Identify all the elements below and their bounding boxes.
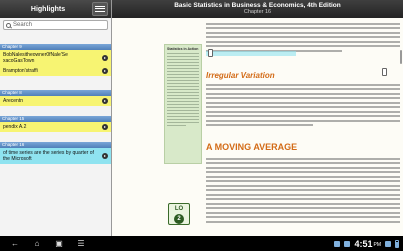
page-paragraph (206, 155, 400, 225)
highlight-text: Arecentn (3, 98, 24, 104)
list-view-icon[interactable] (92, 2, 108, 16)
page-scrollbar[interactable] (400, 50, 402, 64)
highlight-item[interactable]: BobNalesitheowner0fNale'Se xacoGasTown (0, 50, 111, 66)
note-pin-icon[interactable] (208, 49, 213, 57)
page-paragraph (206, 81, 400, 129)
lo-label: LO (174, 206, 184, 212)
highlight-text: pendix A.2 (3, 124, 27, 130)
search-placeholder: Search (13, 22, 33, 28)
book-page[interactable]: Statistics in Action Irregular Variation… (112, 18, 403, 236)
section-heading-irregular: Irregular Variation (206, 71, 275, 80)
highlight-text: of time series are the series by quarter… (3, 150, 94, 162)
wifi-icon (385, 240, 391, 247)
highlight-item[interactable]: Brampton'straffi (0, 66, 111, 76)
book-title: Basic Statistics in Business & Economics… (174, 2, 341, 9)
app-screen: Highlights Search Chapter 9 BobNalesithe… (0, 0, 403, 251)
panel-spacer (0, 132, 111, 142)
go-to-highlight-icon[interactable] (102, 124, 108, 130)
highlight-item[interactable]: of time series are the series by quarter… (0, 148, 111, 164)
panel-spacer (0, 106, 111, 116)
status-area[interactable]: 4:51 PM (334, 236, 399, 251)
page-paragraph (206, 20, 400, 54)
download-icon (344, 240, 351, 247)
panel-spacer (0, 32, 111, 44)
highlight-text: Brampton'straffi (3, 68, 38, 74)
highlight-item[interactable]: Arecentn (0, 96, 111, 106)
cyan-highlight-mark[interactable] (206, 51, 296, 56)
chapter-label: Chapter 16 (243, 9, 272, 15)
highlights-panel: Highlights Search Chapter 9 BobNalesithe… (0, 0, 112, 236)
search-icon (6, 22, 11, 28)
recent-apps-icon[interactable]: ▣ (52, 239, 66, 249)
back-icon[interactable]: ← (8, 239, 22, 249)
lo-number: 2 (174, 214, 184, 224)
panel-spacer (0, 76, 111, 90)
note-pin-icon[interactable] (382, 68, 387, 76)
go-to-highlight-icon[interactable] (102, 55, 108, 61)
go-to-highlight-icon[interactable] (102, 98, 108, 104)
highlights-title: Highlights (30, 5, 66, 13)
statistics-in-action-box: Statistics in Action (164, 44, 202, 164)
menu-icon[interactable]: ☰ (74, 239, 88, 249)
section-heading-moving-average: A MOVING AVERAGE (206, 142, 298, 152)
clock-ampm: PM (373, 242, 382, 248)
highlight-text: BobNalesitheowner0fNale'Se xacoGasTown (3, 52, 68, 64)
go-to-highlight-icon[interactable] (102, 68, 108, 74)
home-icon[interactable]: ⌂ (30, 239, 44, 249)
battery-icon (395, 239, 399, 248)
system-navigation-bar: ← ⌂ ▣ ☰ 4:51 PM (0, 236, 403, 251)
book-header: Basic Statistics in Business & Economics… (112, 0, 403, 18)
stats-box-title: Statistics in Action (167, 47, 199, 51)
clock: 4:51 (354, 238, 373, 249)
notification-icon (334, 240, 341, 247)
learning-objective-icon: LO 2 (168, 203, 190, 225)
highlights-header: Highlights (0, 0, 111, 18)
highlight-item[interactable]: pendix A.2 (0, 122, 111, 132)
search-input[interactable]: Search (3, 20, 108, 30)
go-to-highlight-icon[interactable] (102, 153, 108, 159)
